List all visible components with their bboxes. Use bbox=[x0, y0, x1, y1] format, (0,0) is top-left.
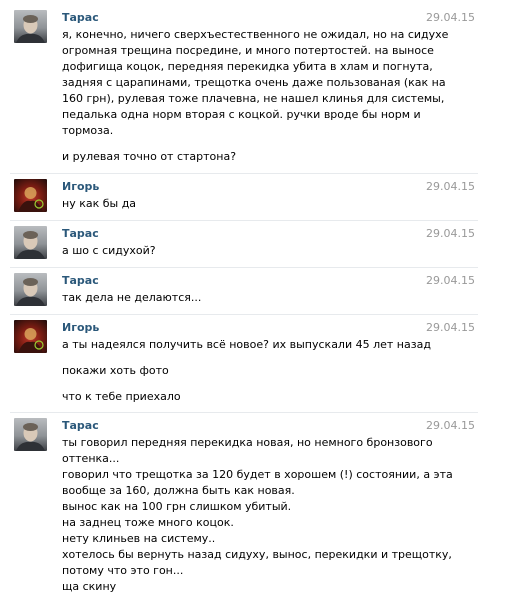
message-date[interactable]: 29.04.15 bbox=[426, 321, 475, 334]
avatar[interactable] bbox=[14, 226, 47, 259]
message-line: тормоза. bbox=[62, 124, 114, 137]
message-line: педалька одна норм вторая с коцкой. ручк… bbox=[62, 108, 421, 121]
message-body: ну как бы да bbox=[62, 196, 422, 212]
message-date[interactable]: 29.04.15 bbox=[426, 11, 475, 24]
message-date[interactable]: 29.04.15 bbox=[426, 227, 475, 240]
author-name[interactable]: Тарас bbox=[62, 11, 99, 24]
message-line: оттенка... bbox=[62, 452, 120, 465]
avatar[interactable] bbox=[14, 273, 47, 306]
message-line: вообще за 160, должна быть как новая. bbox=[62, 484, 295, 497]
message-date[interactable]: 29.04.15 bbox=[426, 274, 475, 287]
author-name[interactable]: Игорь bbox=[62, 180, 99, 193]
author-name[interactable]: Тарас bbox=[62, 274, 99, 287]
message-line: хотелось бы вернуть назад сидуху, вынос,… bbox=[62, 548, 452, 561]
avatar[interactable] bbox=[14, 320, 47, 353]
message-line: 160 грн), рулевая тоже плачевна, не наше… bbox=[62, 92, 445, 105]
message-line: так дела не делаются... bbox=[62, 291, 202, 304]
message-line: нету клиньев на систему.. bbox=[62, 532, 216, 545]
message-date[interactable]: 29.04.15 bbox=[426, 419, 475, 432]
message-body: так дела не делаются... bbox=[62, 290, 422, 306]
message-body: а ты надеялся получить всё новое? их вып… bbox=[62, 337, 431, 405]
message-line: говорил что трещотка за 120 будет в хоро… bbox=[62, 468, 453, 481]
message-line: задняя с царапинами, трещотка очень даже… bbox=[62, 76, 446, 89]
message-feed: Тарас 29.04.15 я, конечно, ничего сверхъ… bbox=[0, 0, 508, 600]
author-name[interactable]: Тарас bbox=[62, 227, 99, 240]
message-body: ты говорил передняя перекидка новая, но … bbox=[62, 435, 453, 595]
message-line: а шо с сидухой? bbox=[62, 244, 156, 257]
message-line: ща скину bbox=[62, 580, 117, 593]
message-line: а ты надеялся получить всё новое? их вып… bbox=[62, 338, 431, 351]
message-body: а шо с сидухой? bbox=[62, 243, 422, 259]
avatar[interactable] bbox=[14, 179, 47, 212]
message-line: ты говорил передняя перекидка новая, но … bbox=[62, 436, 433, 449]
avatar[interactable] bbox=[14, 418, 47, 451]
message-line: вынос как на 100 грн слишком убитый. bbox=[62, 500, 292, 513]
message-line: огромная трещина посредине, и много поте… bbox=[62, 44, 434, 57]
author-name[interactable]: Тарас bbox=[62, 419, 99, 432]
message-line: я, конечно, ничего сверхъестественного н… bbox=[62, 28, 449, 41]
message-line: потому что это гон... bbox=[62, 564, 184, 577]
message-date[interactable]: 29.04.15 bbox=[426, 180, 475, 193]
message-line: ну как бы да bbox=[62, 197, 137, 210]
message-line: и рулевая точно от стартона? bbox=[62, 150, 237, 163]
author-name[interactable]: Игорь bbox=[62, 321, 99, 334]
message-line: покажи хоть фото bbox=[62, 364, 169, 377]
message-line: дофигища коцок, передняя перекидка убита… bbox=[62, 60, 433, 73]
message-line: что к тебе приехало bbox=[62, 390, 181, 403]
message-line: на заднец тоже много коцок. bbox=[62, 516, 234, 529]
avatar[interactable] bbox=[14, 10, 47, 43]
message-body: я, конечно, ничего сверхъестественного н… bbox=[62, 27, 449, 165]
